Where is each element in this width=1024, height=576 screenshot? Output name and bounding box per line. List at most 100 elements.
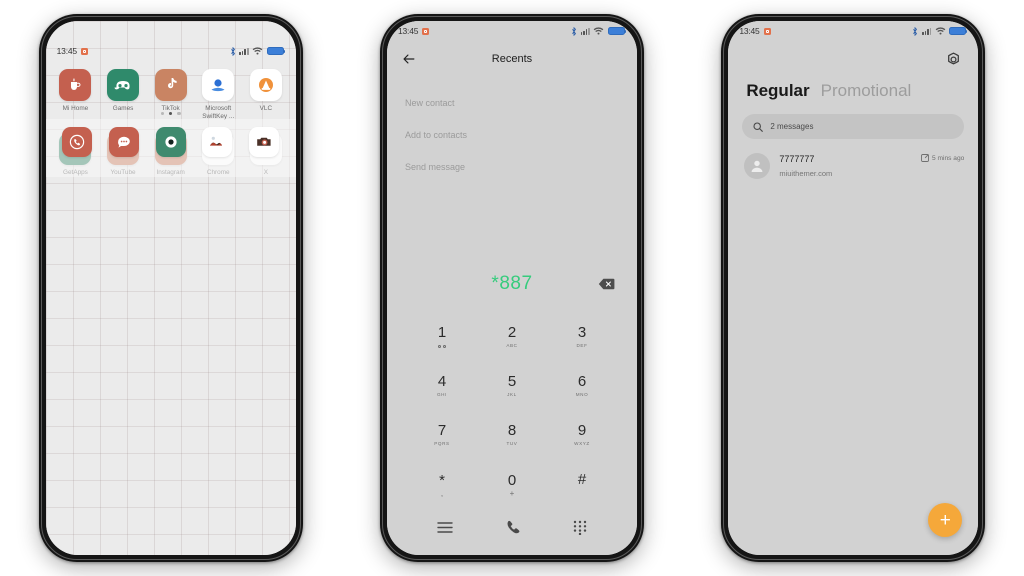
battery-icon — [607, 26, 626, 36]
gallery-dock-icon[interactable] — [202, 127, 233, 157]
message-tabs: Regular Promotional — [728, 41, 978, 101]
key-digit: # — [577, 471, 587, 488]
status-clock: 13:45 — [56, 46, 77, 56]
status-bar-right — [571, 26, 626, 36]
key-4[interactable]: 4 GHI — [407, 363, 477, 409]
messages-dock-icon[interactable] — [108, 127, 139, 157]
status-bar-phone2: 13:45 — [387, 21, 637, 41]
key-digit: 4 — [437, 373, 447, 390]
back-arrow-icon[interactable] — [401, 51, 417, 67]
alarm-icon — [422, 27, 430, 35]
tab-promotional[interactable]: Promotional — [821, 81, 912, 101]
conversation-name: 7777777 — [779, 154, 815, 164]
new-conversation-fab[interactable]: + — [928, 503, 963, 537]
call-icon[interactable] — [504, 519, 521, 536]
key-letters: WXYZ — [574, 441, 590, 446]
screenshot-stage: 13:45 Mi Home Games TikTok Microsoft Swi… — [0, 0, 1024, 576]
phone2-screen: 13:45 Recents New contact Add to contact… — [386, 21, 637, 555]
sent-icon — [921, 154, 929, 162]
wifi-icon — [594, 27, 604, 35]
games-icon — [107, 69, 140, 101]
key-6[interactable]: 6 MNO — [547, 363, 617, 409]
key-digit: 9 — [577, 422, 587, 439]
phone-dock-icon[interactable] — [62, 127, 93, 157]
key-letters: TUV — [506, 441, 518, 446]
menu-icon[interactable] — [437, 521, 453, 534]
status-bar-right — [230, 46, 285, 56]
key-7[interactable]: 7 PQRS — [407, 412, 477, 458]
home-dock — [45, 119, 296, 177]
cellular-signal-icon — [580, 27, 590, 35]
bluetooth-icon — [572, 26, 577, 36]
dialed-number[interactable]: *887 — [491, 273, 532, 295]
page-dot-active[interactable] — [168, 111, 173, 115]
key-star[interactable]: * , — [407, 461, 477, 507]
key-8[interactable]: 8 TUV — [477, 412, 547, 458]
key-digit: 8 — [507, 422, 517, 439]
camera-dock-icon[interactable] — [249, 127, 280, 157]
search-input[interactable]: 2 messages — [742, 114, 965, 139]
keypad: 1 2 ABC 3 DEF 4 GHI 5 JKL 6 MNO 7 PQRS 8… — [387, 310, 637, 507]
status-bar-left: 13:45 — [739, 26, 771, 36]
browser-dock-icon[interactable] — [155, 127, 186, 157]
key-letters: MNO — [575, 392, 589, 397]
key-1[interactable]: 1 — [407, 314, 477, 360]
conversation-row[interactable]: 7777777 miuithemer.com 5 mins ago — [728, 139, 978, 179]
keypad-icon[interactable] — [573, 520, 587, 535]
messages-app: 13:45 Regular Promotional 2 messages 777… — [728, 21, 979, 555]
wifi-icon — [935, 27, 946, 35]
dialer-header: Recents — [387, 41, 637, 77]
bluetooth-icon — [230, 46, 235, 56]
page-indicator[interactable] — [46, 111, 296, 115]
key-9[interactable]: 9 WXYZ — [547, 412, 617, 458]
page-title: Recents — [491, 53, 533, 65]
tab-regular[interactable]: Regular — [746, 81, 809, 101]
status-bar-right — [912, 26, 968, 36]
quick-action-send-message[interactable]: Send message — [405, 151, 619, 183]
key-secondary: , — [440, 489, 444, 498]
search-icon — [753, 121, 764, 132]
key-letters: GHI — [437, 392, 447, 397]
alarm-icon — [80, 47, 88, 55]
dial-display: *887 — [387, 258, 637, 310]
gear-icon[interactable] — [945, 51, 962, 68]
wifi-icon — [252, 47, 263, 55]
quick-action-add-to-contacts[interactable]: Add to contacts — [405, 119, 619, 151]
search-text: 2 messages — [770, 122, 814, 131]
backspace-icon[interactable] — [598, 278, 615, 290]
phone-device-messages: 13:45 Regular Promotional 2 messages 777… — [721, 14, 986, 562]
tiktok-icon — [154, 69, 187, 101]
conversation-snippet: miuithemer.com — [779, 169, 833, 178]
key-secondary: + — [509, 489, 515, 498]
quick-actions-list: New contact Add to contacts Send message — [387, 77, 637, 183]
key-digit: 5 — [507, 373, 517, 390]
vlc-icon — [249, 69, 282, 101]
status-clock: 13:45 — [739, 26, 760, 36]
key-digit: 6 — [577, 373, 587, 390]
swiftkey-icon — [202, 69, 235, 101]
status-bar-phone1: 13:45 — [46, 41, 296, 61]
conversation-time: 5 mins ago — [932, 154, 965, 162]
key-3[interactable]: 3 DEF — [547, 314, 617, 360]
key-digit: 0 — [507, 472, 517, 489]
key-0[interactable]: 0 + — [477, 461, 547, 507]
quick-action-new-contact[interactable]: New contact — [405, 87, 619, 119]
conversation-meta: 5 mins ago — [921, 153, 964, 162]
key-hash[interactable]: # — [547, 461, 617, 507]
plus-icon: + — [939, 509, 951, 531]
cellular-signal-icon — [921, 27, 932, 35]
alarm-icon — [763, 27, 771, 35]
key-5[interactable]: 5 JKL — [477, 363, 547, 409]
key-digit: 7 — [437, 422, 447, 439]
page-dot[interactable] — [177, 111, 181, 115]
key-2[interactable]: 2 ABC — [477, 314, 547, 360]
phone1-screen: 13:45 Mi Home Games TikTok Microsoft Swi… — [45, 21, 296, 555]
conversation-main: 7777777 miuithemer.com — [779, 153, 912, 178]
page-dot[interactable] — [160, 111, 164, 115]
bluetooth-icon — [913, 26, 918, 36]
dialer-app: 13:45 Recents New contact Add to contact… — [386, 21, 637, 555]
status-bar-left: 13:45 — [398, 26, 430, 36]
status-bar-left: 13:45 — [57, 46, 88, 56]
battery-icon — [949, 26, 968, 36]
dialer-bottom-bar — [387, 507, 637, 555]
